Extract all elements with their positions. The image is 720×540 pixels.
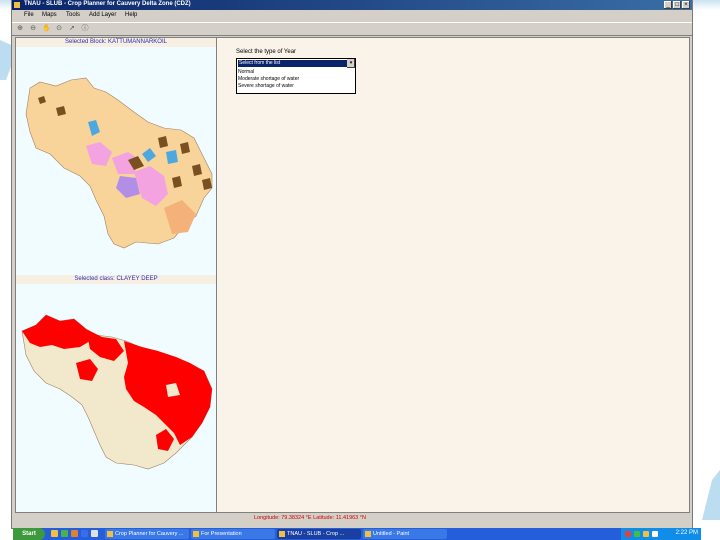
water-type-dropdown[interactable]: Select from the list ▾ Normal Moderate s… — [236, 58, 356, 94]
app-icon — [107, 531, 113, 537]
explorer-icon[interactable] — [51, 530, 58, 537]
menu-help[interactable]: Help — [125, 12, 137, 18]
system-tray: 2:22 PM — [621, 528, 701, 540]
task-label: Untitled - Paint — [373, 531, 410, 537]
block-map[interactable] — [16, 48, 216, 274]
dropdown-selected[interactable]: Select from the list — [238, 60, 347, 67]
map-panel: Selected Block: KATTUMANNARKOIL Selected… — [15, 37, 217, 513]
menu-add-layer[interactable]: Add Layer — [89, 12, 116, 18]
task-tnau-slub[interactable]: TNAU - SLUB - Crop ... — [277, 529, 361, 539]
task-label: TNAU - SLUB - Crop ... — [287, 531, 345, 537]
pan-icon[interactable]: ✋ — [42, 25, 51, 33]
app-icon — [365, 531, 371, 537]
task-crop-planner[interactable]: Crop Planner for Cauvery ... — [105, 529, 189, 539]
browser-icon[interactable] — [81, 530, 88, 537]
window-title: TNAU - SLUB - Crop Planner for Cauvery D… — [24, 1, 191, 7]
app-icon — [279, 531, 285, 537]
tray-icon[interactable] — [634, 531, 640, 537]
taskbar: Start Crop Planner for Cauvery ... For P… — [13, 528, 701, 540]
coordinate-readout: Longitude: 79.38324 °E Latitude: 11.4196… — [254, 515, 366, 521]
quick-launch-icon[interactable] — [91, 530, 98, 537]
task-label: Crop Planner for Cauvery ... — [115, 531, 184, 537]
options-panel: Select the type of Year Select from the … — [216, 37, 690, 513]
task-paint[interactable]: Untitled - Paint — [363, 529, 447, 539]
task-presentation[interactable]: For Presentation — [191, 529, 275, 539]
chevron-down-icon[interactable]: ▾ — [347, 59, 355, 68]
app-icon — [193, 531, 199, 537]
app-icon — [14, 2, 20, 8]
zoom-in-icon[interactable]: ⊕ — [16, 25, 24, 33]
media-icon[interactable] — [71, 530, 78, 537]
start-button[interactable]: Start — [13, 528, 45, 540]
maximize-button[interactable]: □ — [673, 1, 681, 9]
status-bar: Longitude: 79.38324 °E Latitude: 11.4196… — [12, 513, 692, 523]
info-icon[interactable]: ⓘ — [81, 25, 89, 33]
menu-file[interactable]: File — [24, 12, 34, 18]
dropdown-option-moderate[interactable]: Moderate shortage of water — [238, 76, 299, 82]
dropdown-option-severe[interactable]: Severe shortage of water — [238, 83, 294, 89]
menu-maps[interactable]: Maps — [42, 12, 57, 18]
selected-block-label: Selected Block: KATTUMANNARKOIL — [16, 38, 216, 47]
volume-icon[interactable] — [652, 531, 658, 537]
task-label: For Presentation — [201, 531, 242, 537]
tray-icon[interactable] — [625, 531, 631, 537]
desktop-icon[interactable] — [61, 530, 68, 537]
app-window: TNAU - SLUB - Crop Planner for Cauvery D… — [12, 0, 692, 528]
dropdown-option-normal[interactable]: Normal — [238, 69, 254, 75]
slide-right-swoosh — [702, 470, 720, 520]
toolbar: ⊕ ⊖ ✋ ⊙ ➚ ⓘ — [12, 22, 692, 36]
class-map[interactable] — [16, 285, 216, 511]
zoom-out-icon[interactable]: ⊖ — [29, 25, 37, 33]
water-type-label: Select the type of Year — [236, 49, 297, 55]
minimize-button[interactable]: _ — [664, 1, 672, 9]
close-button[interactable]: × — [682, 1, 690, 9]
selected-class-label: Selected class: CLAYEY DEEP — [16, 275, 216, 284]
menu-tools[interactable]: Tools — [66, 12, 80, 18]
full-extent-icon[interactable]: ⊙ — [55, 25, 63, 33]
identify-icon[interactable]: ➚ — [68, 25, 76, 33]
menu-bar: File Maps Tools Add Layer Help — [12, 11, 692, 21]
clock: 2:22 PM — [675, 530, 698, 536]
tray-icon[interactable] — [643, 531, 649, 537]
title-bar[interactable]: TNAU - SLUB - Crop Planner for Cauvery D… — [12, 0, 692, 10]
